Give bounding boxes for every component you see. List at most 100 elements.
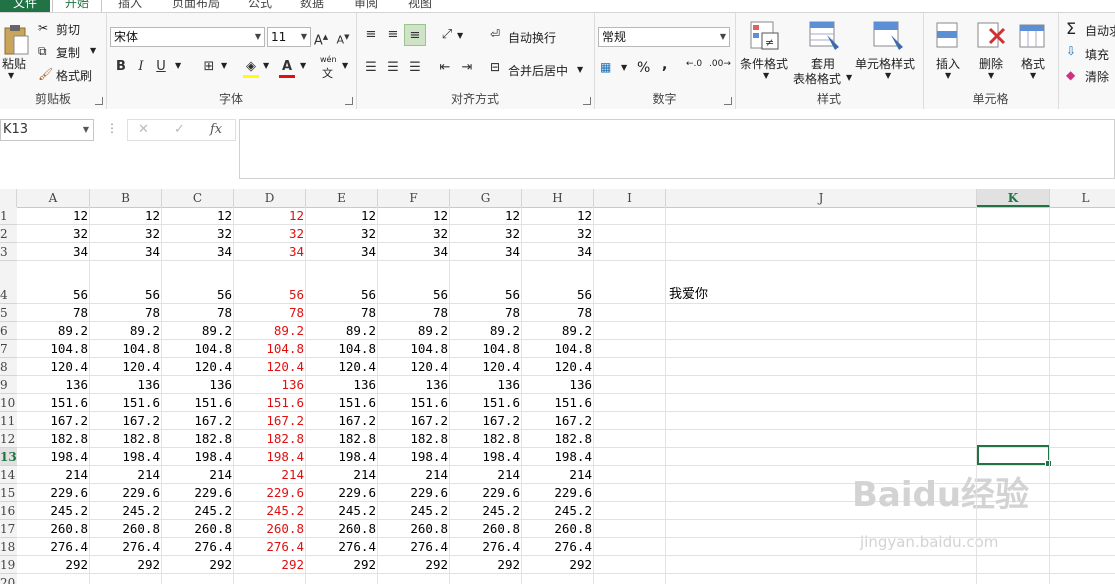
cell-d17[interactable]: 260.8	[234, 520, 306, 538]
cell-a4[interactable]: 56	[17, 286, 90, 304]
wrap-text-icon[interactable]: ⏎	[490, 27, 500, 41]
cell-c7[interactable]: 104.8	[162, 340, 234, 358]
cell-d18[interactable]: 276.4	[234, 538, 306, 556]
tab-review[interactable]: 审阅	[354, 0, 378, 12]
cell-f13[interactable]: 198.4	[378, 448, 450, 466]
phonetic-icon[interactable]: wén	[320, 55, 337, 64]
cell-e6[interactable]: 89.2	[306, 322, 378, 340]
paste-button[interactable]: 粘贴	[2, 55, 26, 72]
copy-dropdown-icon[interactable]: ▼	[90, 46, 96, 55]
cell-f7[interactable]: 104.8	[378, 340, 450, 358]
delete-cells-button[interactable]: 删除	[979, 55, 1003, 72]
cell-e16[interactable]: 245.2	[306, 502, 378, 520]
cell-f14[interactable]: 214	[378, 466, 450, 484]
column-header-d[interactable]: D	[234, 189, 306, 207]
row-header-2[interactable]: 2	[0, 225, 17, 243]
cell-f5[interactable]: 78	[378, 304, 450, 322]
decrease-decimal-icon[interactable]: .00→	[709, 59, 731, 69]
cell-h7[interactable]: 104.8	[522, 340, 594, 358]
cell-b19[interactable]: 292	[90, 556, 162, 574]
phonetic-dropdown-icon[interactable]: ▼	[342, 61, 348, 70]
cell-e3[interactable]: 34	[306, 243, 378, 261]
cell-e8[interactable]: 120.4	[306, 358, 378, 376]
cell-h1[interactable]: 12	[522, 207, 594, 225]
cell-e15[interactable]: 229.6	[306, 484, 378, 502]
cell-e1[interactable]: 12	[306, 207, 378, 225]
number-format-select[interactable]: 常规 ▼	[598, 27, 730, 47]
cell-c12[interactable]: 182.8	[162, 430, 234, 448]
cell-h3[interactable]: 34	[522, 243, 594, 261]
cell-e19[interactable]: 292	[306, 556, 378, 574]
cell-f17[interactable]: 260.8	[378, 520, 450, 538]
cell-b16[interactable]: 245.2	[90, 502, 162, 520]
cut-button[interactable]: 剪切	[56, 21, 80, 38]
tab-file[interactable]: 文件	[0, 0, 50, 12]
cell-f6[interactable]: 89.2	[378, 322, 450, 340]
cell-g2[interactable]: 32	[450, 225, 522, 243]
align-middle-icon[interactable]: ≡	[382, 24, 404, 46]
row-header-16[interactable]: 16	[0, 502, 17, 520]
row-header-13[interactable]: 13	[0, 448, 17, 466]
cell-e10[interactable]: 151.6	[306, 394, 378, 412]
italic-button[interactable]: I	[130, 56, 152, 78]
column-header-f[interactable]: F	[378, 189, 450, 207]
cell-b11[interactable]: 167.2	[90, 412, 162, 430]
increase-indent-icon[interactable]: ⇥	[456, 57, 478, 79]
wrap-text-button[interactable]: 自动换行	[508, 29, 556, 46]
table-dropdown-icon[interactable]: ▼	[846, 73, 852, 82]
cell-b14[interactable]: 214	[90, 466, 162, 484]
comma-button[interactable]: ,	[662, 57, 667, 73]
cell-styles-icon[interactable]	[873, 21, 905, 51]
cell-b6[interactable]: 89.2	[90, 322, 162, 340]
cell-a8[interactable]: 120.4	[17, 358, 90, 376]
cell-h2[interactable]: 32	[522, 225, 594, 243]
row-header-19[interactable]: 19	[0, 556, 17, 574]
cell-h5[interactable]: 78	[522, 304, 594, 322]
cell-h8[interactable]: 120.4	[522, 358, 594, 376]
bold-button[interactable]: B	[110, 56, 132, 78]
cell-g16[interactable]: 245.2	[450, 502, 522, 520]
cell-h10[interactable]: 151.6	[522, 394, 594, 412]
insert-function-icon[interactable]: fx	[210, 122, 222, 137]
column-header-b[interactable]: B	[90, 189, 162, 207]
cell-b12[interactable]: 182.8	[90, 430, 162, 448]
cell-d1[interactable]: 12	[234, 207, 306, 225]
merge-center-icon[interactable]: ⊟	[490, 60, 500, 74]
cell-a9[interactable]: 136	[17, 376, 90, 394]
cell-a19[interactable]: 292	[17, 556, 90, 574]
format-as-table-button[interactable]: 表格格式	[793, 70, 841, 87]
row-header-5[interactable]: 5	[0, 304, 17, 322]
cell-c17[interactable]: 260.8	[162, 520, 234, 538]
conditional-format-icon[interactable]: ≠	[750, 21, 782, 51]
decrease-indent-icon[interactable]: ⇤	[434, 57, 456, 79]
percent-button[interactable]: %	[637, 60, 650, 76]
cell-c4[interactable]: 56	[162, 286, 234, 304]
row-header-6[interactable]: 6	[0, 322, 17, 340]
cell-e11[interactable]: 167.2	[306, 412, 378, 430]
column-header-k[interactable]: K	[977, 189, 1050, 207]
tab-page-layout[interactable]: 页面布局	[172, 0, 220, 12]
cell-a3[interactable]: 34	[17, 243, 90, 261]
cell-b2[interactable]: 32	[90, 225, 162, 243]
cell-d3[interactable]: 34	[234, 243, 306, 261]
cell-a2[interactable]: 32	[17, 225, 90, 243]
align-top-icon[interactable]: ≡	[360, 24, 382, 46]
cell-h14[interactable]: 214	[522, 466, 594, 484]
cell-c8[interactable]: 120.4	[162, 358, 234, 376]
cell-h11[interactable]: 167.2	[522, 412, 594, 430]
cell-d14[interactable]: 214	[234, 466, 306, 484]
paste-dropdown-icon[interactable]: ▼	[8, 71, 14, 80]
cell-d16[interactable]: 245.2	[234, 502, 306, 520]
conditional-format-button[interactable]: 条件格式	[740, 55, 788, 72]
active-cell-k13[interactable]	[977, 445, 1052, 467]
cell-b9[interactable]: 136	[90, 376, 162, 394]
cell-g3[interactable]: 34	[450, 243, 522, 261]
format-cells-icon[interactable]	[1018, 21, 1048, 51]
cell-h15[interactable]: 229.6	[522, 484, 594, 502]
autosum-icon[interactable]: Σ	[1066, 19, 1076, 38]
cell-a6[interactable]: 89.2	[17, 322, 90, 340]
font-color-dropdown-icon[interactable]: ▼	[300, 61, 306, 70]
enter-icon[interactable]: ✓	[174, 122, 185, 137]
cell-a5[interactable]: 78	[17, 304, 90, 322]
row-header-3[interactable]: 3	[0, 243, 17, 261]
